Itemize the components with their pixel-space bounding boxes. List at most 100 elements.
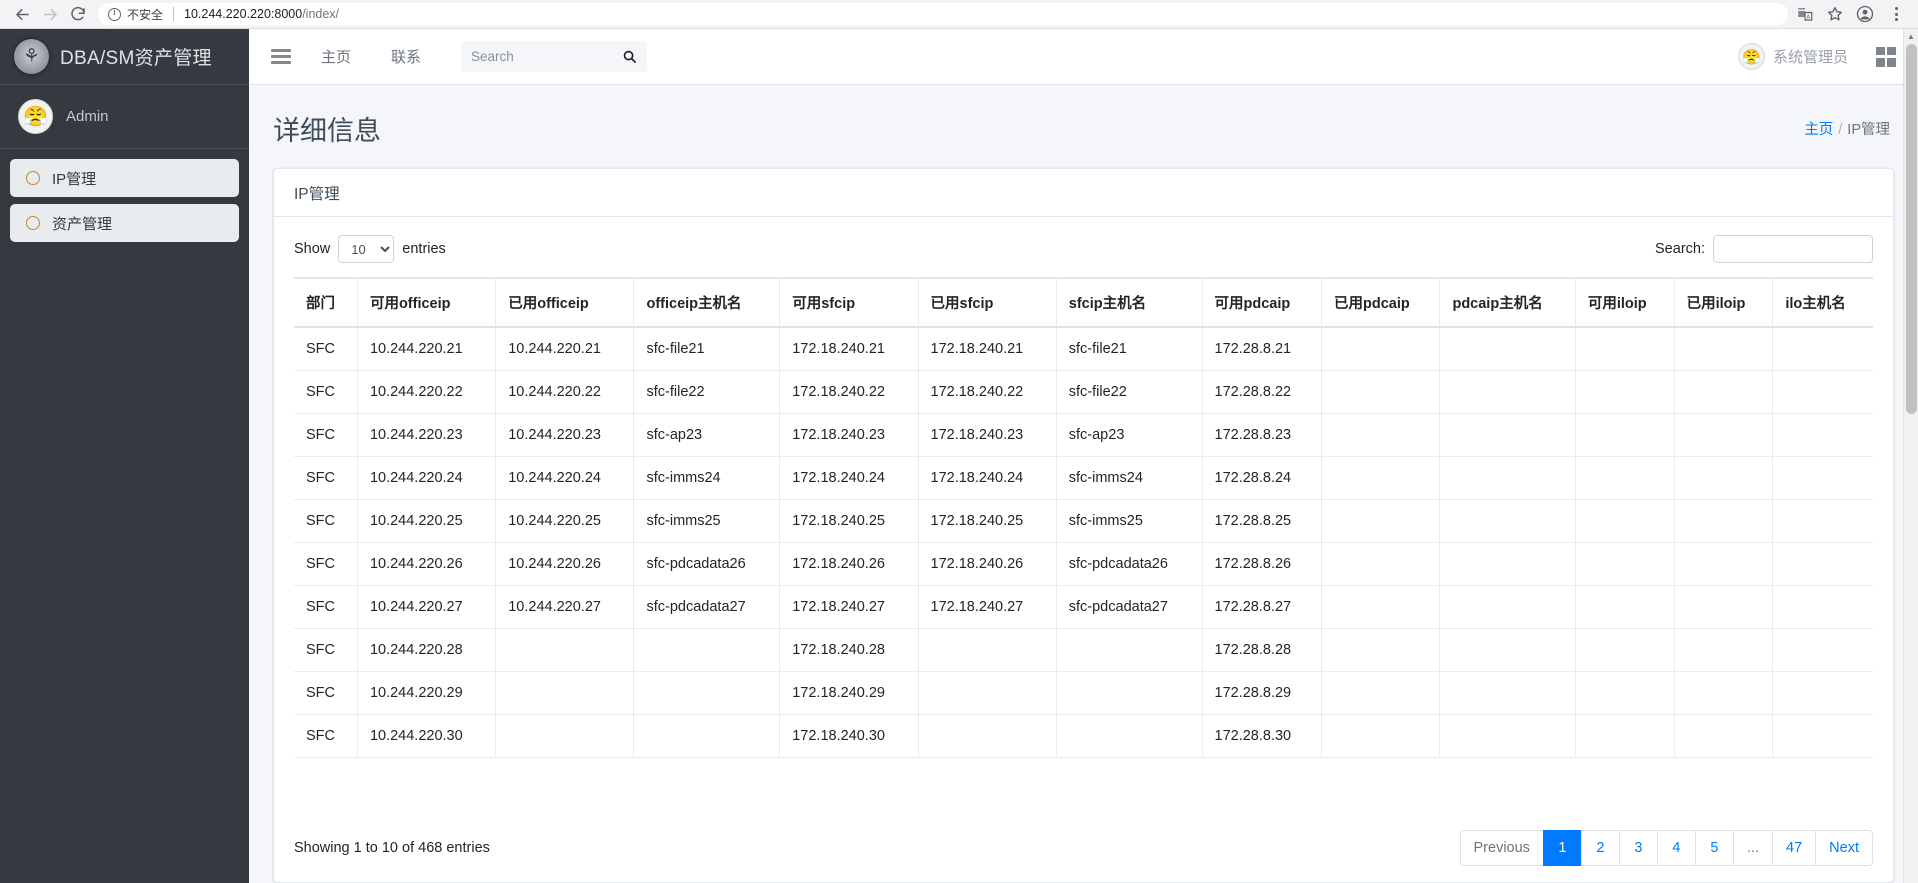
table-cell-8 [1321,456,1441,500]
reload-icon [71,6,85,21]
table-cell-3 [633,628,781,672]
app-container: ⚘ DBA/SM资产管理 😤 Admin IP管理 资产管理 主页 联系 Sea… [0,29,1918,883]
table-cell-0: SFC [294,456,358,500]
breadcrumb-home-link[interactable]: 主页 [1804,122,1833,138]
table-cell-5: 172.18.240.22 [918,370,1057,414]
table-cell-6: sfc-imms24 [1056,456,1203,500]
table-row: SFC 10.244.220.25 10.244.220.25 sfc-imms25 1… [294,499,1873,543]
pagination-page-4[interactable]: 4 [1656,830,1695,866]
search-input[interactable] [471,49,615,64]
navbar-link-home[interactable]: 主页 [321,46,351,67]
pagination-page-2[interactable]: 2 [1580,830,1619,866]
table-cell-4: 172.18.240.24 [779,456,919,500]
table-cell-5 [918,714,1057,758]
table-cell-10 [1575,327,1675,371]
table-column-header-3[interactable]: officeip主机名 [633,277,781,328]
table-cell-7: 172.28.8.23 [1202,413,1323,457]
sidebar-user-panel[interactable]: 😤 Admin [0,85,249,149]
table-column-header-1[interactable]: 可用officeip [357,277,497,328]
translate-icon[interactable]: A [1796,5,1814,23]
table-cell-4: 172.18.240.25 [779,499,919,543]
table-cell-10 [1575,628,1675,672]
table-cell-7: 172.28.8.29 [1202,671,1323,715]
table-column-header-8[interactable]: 已用pdcaip [1321,277,1441,328]
scrollbar-thumb[interactable] [1906,44,1917,414]
table-column-header-7[interactable]: 可用pdcaip [1202,277,1323,328]
table-cell-11 [1674,370,1774,414]
info-icon [108,7,121,21]
sidebar-item-label: 资产管理 [52,215,113,233]
sidebar-item-asset-management[interactable]: 资产管理 [10,204,239,242]
navbar-link-contact[interactable]: 联系 [391,46,421,67]
table-footer: Showing 1 to 10 of 468 entries Previous 1… [294,814,1873,882]
pagination-ellipsis[interactable]: ... [1732,830,1773,866]
pagination-previous[interactable]: Previous [1459,830,1543,866]
table-cell-12 [1772,714,1873,758]
scroll-up-arrow-icon[interactable]: ▲ [1904,29,1918,44]
table-cell-6: sfc-imms25 [1056,499,1203,543]
table-scroll-area: 部门 可用officeip 已用officeip officeip主机名 可用sfcip… [294,277,1873,814]
search-icon[interactable] [622,49,637,64]
page-scrollbar[interactable]: ▲ [1903,29,1918,883]
svg-text:A: A [1807,15,1811,21]
table-cell-2: 10.244.220.25 [495,499,635,543]
table-search-input[interactable] [1713,235,1873,263]
table-cell-0: SFC [294,542,358,586]
pagination-page-3[interactable]: 3 [1618,830,1657,866]
table-column-header-4[interactable]: 可用sfcip [779,277,919,328]
table-row: SFC 10.244.220.24 10.244.220.24 sfc-imms24 1… [294,456,1873,500]
sidebar-item-ip-management[interactable]: IP管理 [10,159,239,197]
pagination-next[interactable]: Next [1815,830,1873,866]
forward-button[interactable] [36,0,64,28]
table-cell-1: 10.244.220.25 [357,499,497,543]
table-cell-2: 10.244.220.22 [495,370,635,414]
back-button[interactable] [8,0,36,28]
pagination-page-5[interactable]: 5 [1694,830,1733,866]
table-row: SFC 10.244.220.28 172.18.240.28 172.28.8.28 [294,628,1873,672]
circle-icon [26,171,40,185]
page-header: 详细信息 主页 / IP管理 [249,85,1918,168]
back-arrow-icon [15,8,29,20]
star-icon[interactable] [1826,5,1844,23]
table-cell-5: 172.18.240.26 [918,542,1057,586]
table-cell-9 [1439,671,1576,715]
address-bar[interactable]: 不安全 10.244.220.220:8000/index/ [98,3,1788,25]
table-column-header-6[interactable]: sfcip主机名 [1056,277,1203,328]
table-cell-0: SFC [294,714,358,758]
pagination-page-47[interactable]: 47 [1772,830,1816,866]
table-cell-2: 10.244.220.23 [495,413,635,457]
table-column-header-0[interactable]: 部门 [294,277,358,328]
sidebar-brand[interactable]: ⚘ DBA/SM资产管理 [0,29,249,85]
table-cell-5: 172.18.240.25 [918,499,1057,543]
table-column-header-2[interactable]: 已用officeip [495,277,635,328]
table-cell-8 [1321,370,1441,414]
table-cell-4: 172.18.240.28 [779,628,919,672]
table-cell-12 [1772,671,1873,715]
entries-per-page-select[interactable]: 102550100 [338,235,395,263]
sidebar: ⚘ DBA/SM资产管理 😤 Admin IP管理 资产管理 [0,29,249,883]
table-column-header-12[interactable]: ilo主机名 [1772,277,1873,328]
reload-button[interactable] [64,0,92,28]
table-cell-9 [1439,628,1576,672]
table-cell-10 [1575,370,1675,414]
show-label: Show [294,241,331,257]
table-column-header-5[interactable]: 已用sfcip [918,277,1057,328]
navbar-search[interactable] [461,41,648,72]
table-cell-12 [1772,542,1873,586]
profile-icon[interactable] [1856,5,1874,23]
table-cell-2 [495,628,635,672]
table-column-header-10[interactable]: 可用iloip [1575,277,1675,328]
kebab-menu-icon[interactable] [1886,7,1906,21]
table-column-header-9[interactable]: pdcaip主机名 [1439,277,1576,328]
navbar-user[interactable]: 😤 系统管理员 [1737,43,1848,70]
pagination-page-1[interactable]: 1 [1542,830,1581,866]
grid-apps-icon[interactable] [1876,46,1896,67]
card-wrapper: IP管理 Show 102550100 entries Search: [249,168,1918,883]
sidebar-nav: IP管理 资产管理 [0,149,249,242]
hamburger-menu-icon[interactable] [271,49,291,64]
table-cell-8 [1321,413,1441,457]
table-cell-7: 172.28.8.28 [1202,628,1323,672]
user-avatar-icon: 😤 [1737,43,1765,70]
table-cell-4: 172.18.240.29 [779,671,919,715]
table-column-header-11[interactable]: 已用iloip [1674,277,1774,328]
